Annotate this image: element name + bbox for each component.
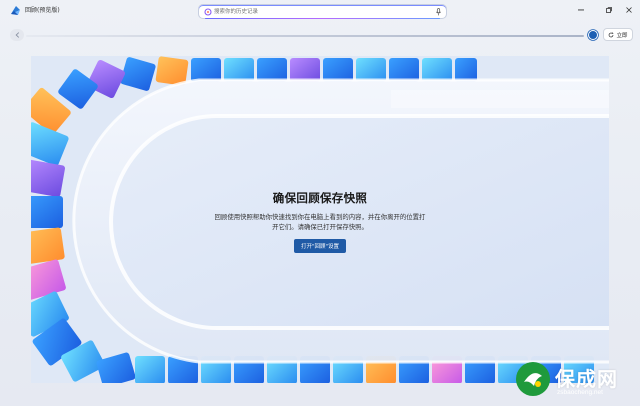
watermark-logo	[516, 362, 550, 396]
timeline-back-button[interactable]	[10, 29, 24, 41]
now-button[interactable]: 立即	[603, 28, 633, 41]
maximize-button[interactable]	[602, 4, 616, 16]
open-recall-settings-button[interactable]: 打开"回顾"设置	[293, 239, 347, 253]
snapshot-card: 确保回顾保存快照 回顾使用快照帮助你快速找到你在电脑上看到的内容，并在你离开的位…	[31, 56, 609, 383]
recall-app-icon	[11, 6, 20, 15]
minimize-icon	[578, 9, 584, 11]
timeline-track[interactable]	[26, 35, 584, 37]
close-button[interactable]	[622, 4, 636, 16]
search-icon	[204, 8, 212, 16]
window-title: 回顾(预览版)	[25, 7, 60, 14]
now-label: 立即	[616, 32, 628, 39]
minimize-button[interactable]	[574, 4, 588, 16]
search-box[interactable]	[198, 4, 447, 19]
watermark-brand: 保成网	[555, 367, 618, 391]
timeline-scrubber[interactable]	[588, 30, 598, 40]
search-input[interactable]	[214, 6, 424, 18]
watermark-url: zsbaocheng.net	[557, 389, 603, 396]
microphone-icon[interactable]	[435, 8, 442, 16]
refresh-icon	[609, 31, 614, 37]
headline: 确保回顾保存快照	[272, 191, 368, 205]
title-bar: 回顾(预览版)	[0, 0, 640, 22]
search-focus-underline	[205, 17, 440, 19]
message-block: 确保回顾保存快照 回顾使用快照帮助你快速找到你在电脑上看到的内容，并在你离开的位…	[31, 190, 609, 253]
maximize-icon	[606, 7, 612, 13]
close-icon	[626, 7, 632, 13]
body-text: 回顾使用快照帮助你快速找到你在电脑上看到的内容，并在你离开的位置打开它们。请确保…	[214, 213, 426, 231]
chevron-left-icon	[15, 32, 19, 38]
